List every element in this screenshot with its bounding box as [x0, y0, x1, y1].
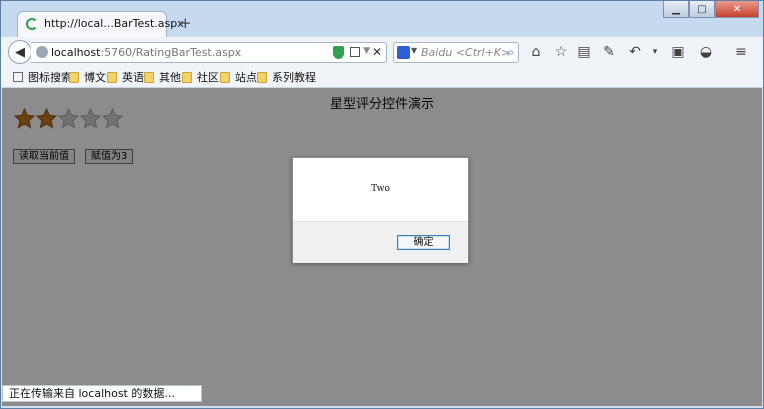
folder-icon — [107, 71, 117, 83]
alert-footer: 确定 — [293, 221, 468, 263]
star-icon[interactable]: ☆ — [552, 43, 570, 61]
status-bar: 正在传输来自 localhost 的数据... — [2, 385, 202, 402]
wrench-icon[interactable]: ✎ — [600, 43, 618, 61]
folder-icon — [69, 71, 79, 83]
tab-title: http://local...BarTest.aspx — [44, 17, 184, 30]
url-text: localhost:5760/RatingBarTest.aspx — [51, 46, 242, 59]
folder-icon — [144, 71, 154, 83]
back-button[interactable]: ◀ — [8, 40, 32, 64]
bookmark-community[interactable]: 社区 — [182, 70, 219, 84]
globe-icon — [36, 46, 48, 58]
tab-rating-bar-test[interactable]: http://local...BarTest.aspx — [17, 11, 184, 37]
shield-icon[interactable] — [333, 46, 344, 59]
search-placeholder: Baidu <Ctrl+K> — [421, 46, 511, 59]
bookmark-label: 系列教程 — [272, 71, 316, 84]
tab-strip: http://local...BarTest.aspx + ▁ □ ✕ — [1, 1, 763, 37]
home-icon[interactable]: ⌂ — [527, 43, 545, 61]
bookmark-label: 图标搜索 — [28, 71, 72, 84]
maximize-button[interactable]: □ — [689, 1, 715, 18]
alert-message: Two — [371, 184, 390, 194]
stop-icon[interactable]: ✕ — [372, 45, 382, 59]
folder-icon — [220, 71, 230, 83]
alert-dialog: Two 确定 — [292, 157, 469, 263]
folder-icon — [182, 71, 192, 83]
address-bar[interactable]: localhost:5760/RatingBarTest.aspx ▼ ✕ — [31, 42, 387, 63]
bookmark-label: 其他 — [159, 71, 181, 84]
clipboard-icon[interactable]: ▤ — [575, 43, 593, 61]
loading-spinner-icon — [26, 18, 38, 30]
bookmark-label: 站点 — [235, 71, 257, 84]
menu-icon[interactable]: ≡ — [732, 43, 750, 61]
ok-button[interactable]: 确定 — [397, 235, 450, 250]
qr-code-icon[interactable] — [350, 47, 360, 57]
bookmark-label: 博文 — [84, 71, 106, 84]
close-button[interactable]: ✕ — [715, 1, 759, 18]
bookmark-sites[interactable]: 站点 — [220, 70, 257, 84]
search-box[interactable]: ▼ Baidu <Ctrl+K> ⌕ — [393, 42, 519, 63]
bookmark-label: 社区 — [197, 71, 219, 84]
square-icon — [13, 72, 23, 82]
bookmark-icon-search[interactable]: 图标搜索 — [13, 70, 72, 84]
engine-dropdown-icon[interactable]: ▼ — [411, 46, 417, 55]
undo-icon[interactable]: ↶ — [626, 43, 644, 61]
search-icon[interactable]: ⌕ — [507, 45, 514, 60]
bookmark-label: 英语 — [122, 71, 144, 84]
bookmark-tutorials[interactable]: 系列教程 — [257, 70, 316, 84]
window-controls: ▁ □ ✕ — [663, 1, 759, 19]
reader-icon[interactable]: ▣ — [669, 43, 687, 61]
browser-window: http://local...BarTest.aspx + ▁ □ ✕ ◀ lo… — [0, 0, 764, 409]
history-dropdown-icon[interactable]: ▼ — [363, 46, 370, 56]
dropdown-icon[interactable]: ▾ — [646, 43, 664, 61]
new-tab-button[interactable]: + — [179, 14, 192, 32]
bookmarks-bar: 图标搜索 博文 英语 其他 社区 站点 系列教程 — [1, 67, 763, 88]
minimize-button[interactable]: ▁ — [663, 1, 689, 18]
folder-icon — [257, 71, 267, 83]
bookmark-other[interactable]: 其他 — [144, 70, 181, 84]
bookmark-english[interactable]: 英语 — [107, 70, 144, 84]
headset-icon[interactable]: ◒ — [697, 43, 715, 61]
navigation-bar: ◀ localhost:5760/RatingBarTest.aspx ▼ ✕ … — [1, 37, 763, 68]
baidu-paw-icon[interactable] — [397, 46, 410, 59]
bookmark-blog[interactable]: 博文 — [69, 70, 106, 84]
